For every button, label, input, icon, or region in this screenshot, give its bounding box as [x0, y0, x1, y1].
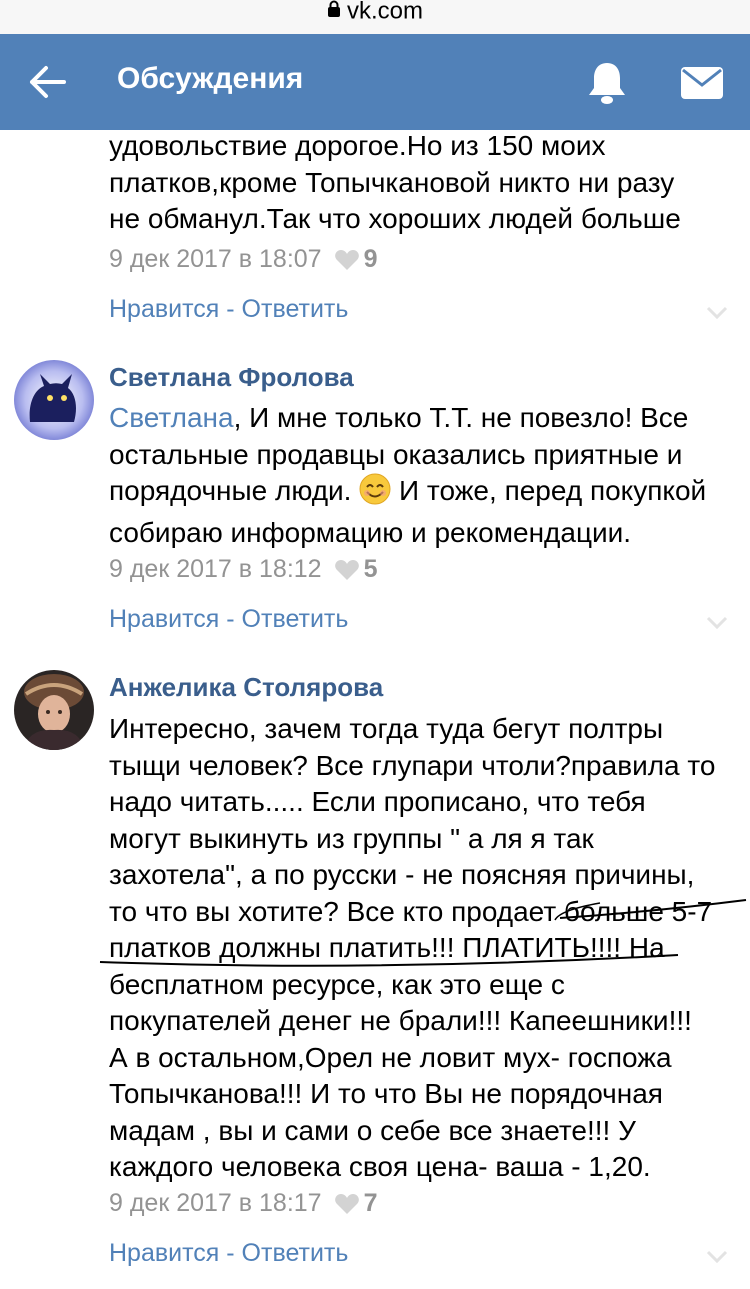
like-link[interactable]: Нравится — [109, 295, 219, 323]
reply-link[interactable]: Ответить — [242, 605, 349, 633]
back-arrow-icon[interactable] — [28, 64, 68, 100]
browser-domain: vk.com — [346, 0, 423, 25]
app-header: Обсуждения — [0, 34, 750, 130]
avatar[interactable] — [14, 670, 94, 750]
action-separator: - — [219, 295, 242, 323]
heart-icon[interactable] — [334, 559, 360, 588]
bell-icon[interactable] — [586, 60, 628, 106]
comment-actions: Нравится - Ответить — [109, 295, 348, 324]
comment-author[interactable]: Анжелика Столярова — [109, 672, 383, 703]
reply-link[interactable]: Ответить — [242, 1239, 349, 1267]
like-link[interactable]: Нравится — [109, 1239, 219, 1267]
like-link[interactable]: Нравится — [109, 605, 219, 633]
smile-emoji-icon — [359, 473, 391, 515]
reply-mention[interactable]: Светлана — [109, 402, 234, 433]
comment-meta: 9 дек 2017 в 18:07 9 — [109, 245, 377, 278]
like-count: 9 — [363, 245, 378, 273]
comment-text: Светлана, И мне только Т.Т. не повезло! … — [109, 400, 739, 551]
comment-actions: Нравится - Ответить — [109, 1239, 348, 1268]
comment-author[interactable]: Светлана Фролова — [109, 362, 354, 393]
reply-link[interactable]: Ответить — [242, 295, 349, 323]
avatar[interactable] — [14, 360, 94, 440]
mail-icon[interactable] — [680, 66, 724, 100]
comment-meta: 9 дек 2017 в 18:17 7 — [109, 1189, 377, 1222]
browser-url-bar[interactable]: vk.com — [0, 0, 750, 34]
comment-meta: 9 дек 2017 в 18:12 5 — [109, 555, 377, 588]
page-title: Обсуждения — [117, 62, 304, 95]
action-separator: - — [219, 1239, 242, 1267]
chevron-down-icon[interactable] — [706, 1250, 728, 1264]
comment-date: 9 дек 2017 в 18:07 — [109, 245, 322, 273]
comment-date: 9 дек 2017 в 18:12 — [109, 555, 322, 583]
comment-date: 9 дек 2017 в 18:17 — [109, 1189, 322, 1217]
like-count: 5 — [363, 555, 378, 583]
heart-icon[interactable] — [334, 1193, 360, 1222]
chevron-down-icon[interactable] — [706, 616, 728, 630]
lock-icon — [327, 0, 341, 23]
comment-actions: Нравится - Ответить — [109, 605, 348, 634]
comment-text: Интересно, зачем тогда туда бегут полтры… — [109, 713, 716, 1182]
heart-icon[interactable] — [334, 249, 360, 278]
like-count: 7 — [363, 1189, 378, 1217]
action-separator: - — [219, 605, 242, 633]
comment-text: удовольствие дорогое.Но из 150 моих плат… — [109, 130, 681, 234]
chevron-down-icon[interactable] — [706, 306, 728, 320]
